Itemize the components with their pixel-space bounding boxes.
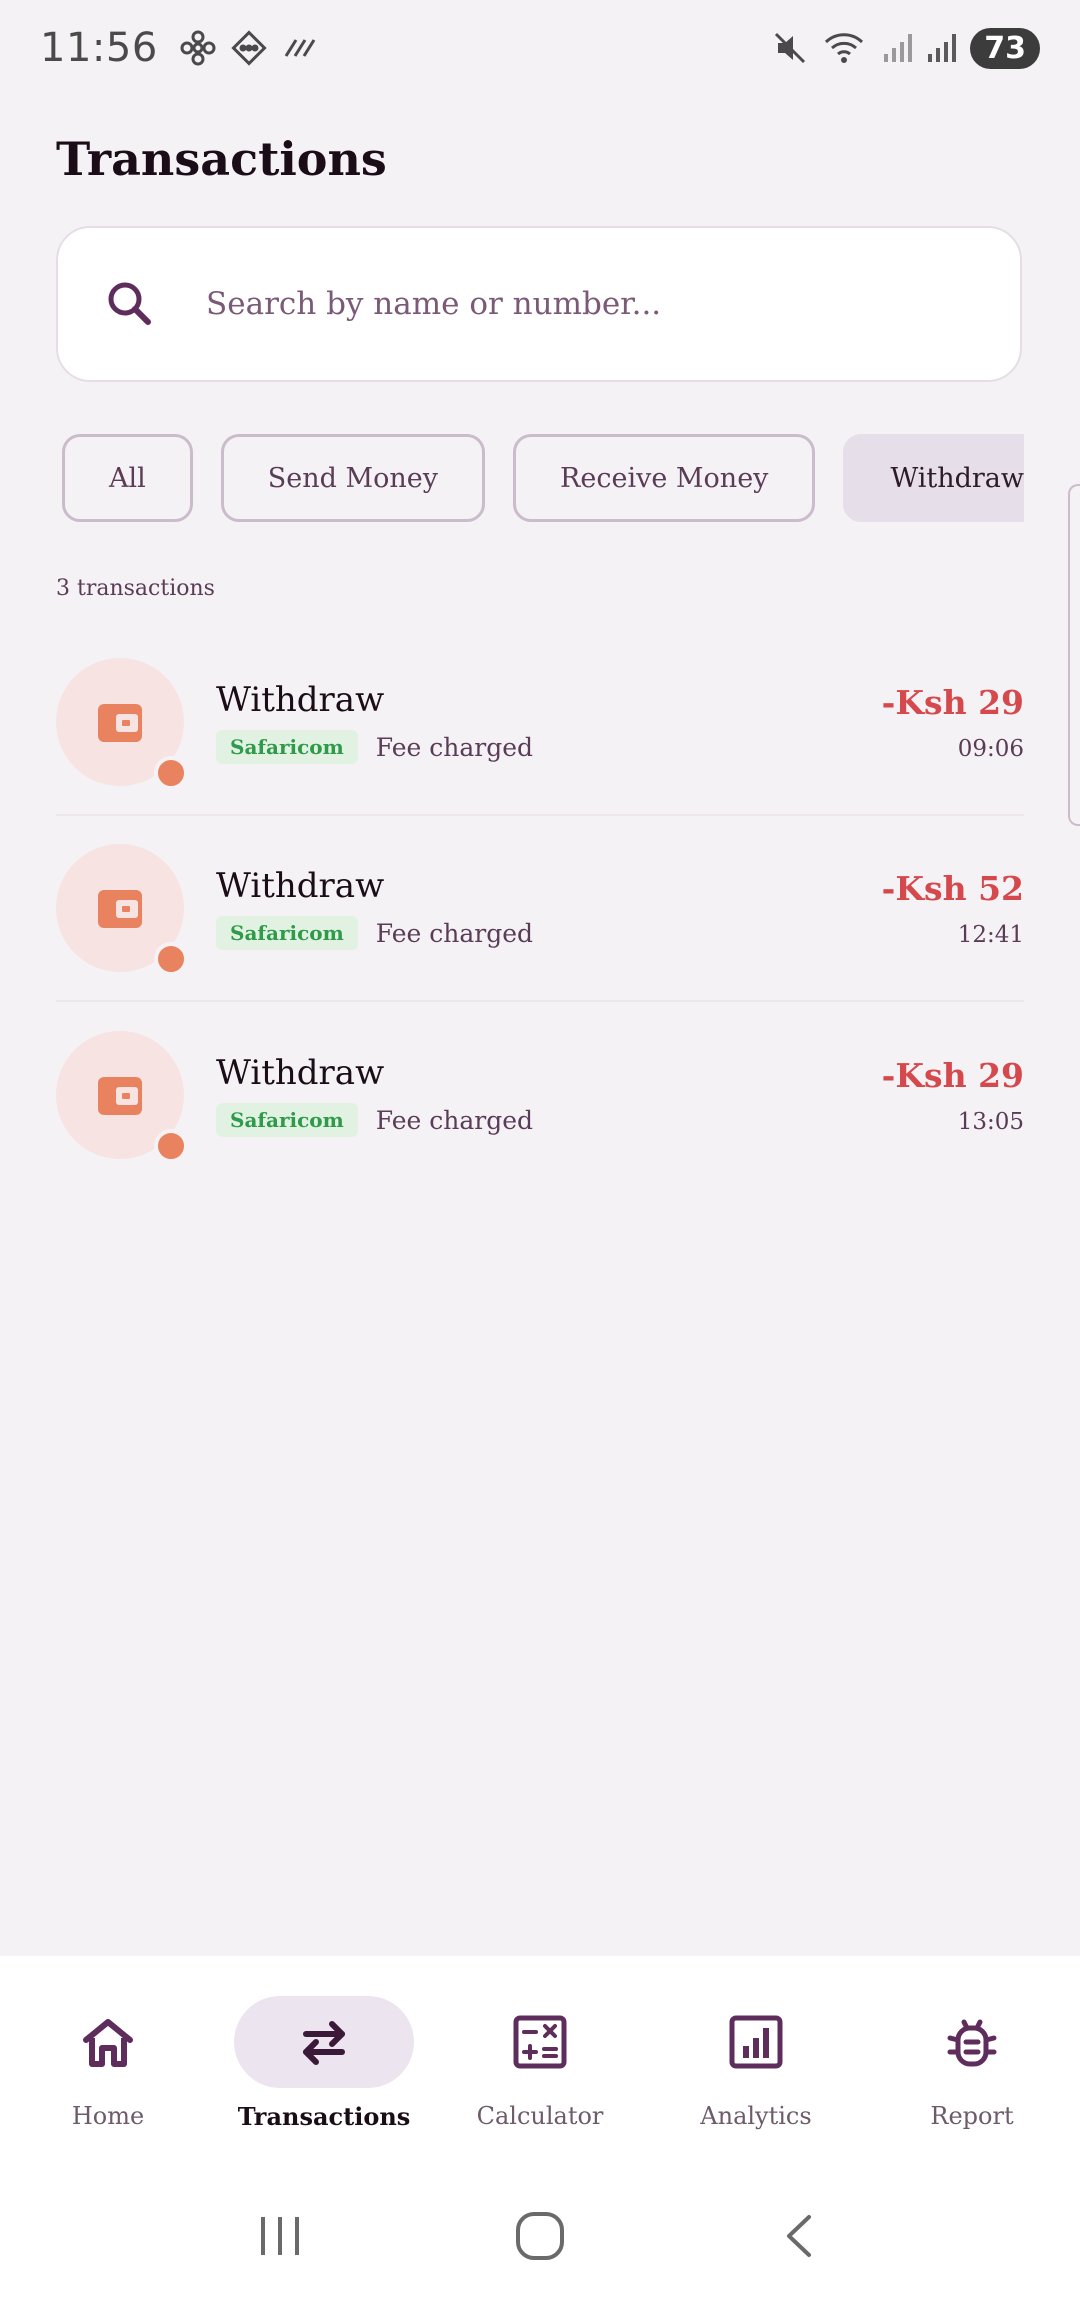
nav-item-calculator[interactable]: Calculator (440, 1996, 640, 2130)
nav-item-report[interactable]: Report (872, 1996, 1072, 2130)
transaction-avatar (56, 844, 188, 976)
back-button[interactable] (765, 2201, 835, 2271)
transaction-amount: -Ksh 29 (881, 1055, 1024, 1095)
status-dot (154, 942, 188, 976)
transaction-note: Fee charged (375, 732, 534, 762)
bug-icon (947, 2019, 997, 2067)
search-bar[interactable] (56, 226, 1022, 382)
battery-indicator: 73 (970, 27, 1040, 69)
nav-label: Report (930, 2102, 1014, 2130)
swap-icon (303, 2021, 345, 2065)
transaction-row[interactable]: Withdraw Safaricom Fee charged -Ksh 52 1… (56, 816, 1024, 1002)
nav-label: Home (71, 2102, 145, 2130)
status-dot (154, 1129, 188, 1163)
system-nav-bar (0, 2156, 1080, 2316)
provider-badge: Safaricom (216, 730, 358, 764)
transaction-list: Withdraw Safaricom Fee charged -Ksh 29 0… (56, 630, 1024, 1188)
transaction-time: 13:05 (957, 1108, 1024, 1135)
filter-chips: All Send Money Receive Money Withdraw (62, 434, 1024, 526)
filter-chip-send-money[interactable]: Send Money (220, 434, 486, 522)
nav-item-transactions[interactable]: Transactions (224, 1996, 424, 2131)
home-circle-icon (516, 2212, 564, 2260)
transaction-avatar (56, 1031, 188, 1163)
nav-label: Calculator (476, 2102, 604, 2130)
nav-item-analytics[interactable]: Analytics (656, 1996, 856, 2130)
provider-badge: Safaricom (216, 1103, 358, 1137)
fan-icon (180, 30, 216, 66)
transaction-note: Fee charged (375, 918, 534, 948)
status-bar: 11:56 73 (0, 0, 1080, 96)
transaction-time: 12:41 (957, 921, 1024, 948)
transaction-row[interactable]: Withdraw Safaricom Fee charged -Ksh 29 0… (56, 630, 1024, 816)
status-dot (154, 756, 188, 790)
wallet-icon (98, 1077, 142, 1115)
nav-item-home[interactable]: Home (8, 1996, 208, 2130)
mute-icon (775, 32, 806, 64)
hash-icon (284, 39, 316, 57)
chart-icon (729, 2015, 783, 2069)
recent-apps-button[interactable] (245, 2201, 315, 2271)
transaction-title: Withdraw (216, 680, 385, 720)
wallet-icon (98, 890, 142, 928)
provider-badge: Safaricom (216, 916, 358, 950)
signal-icon (928, 34, 957, 62)
nav-label: Analytics (700, 2102, 812, 2130)
transaction-avatar (56, 658, 188, 790)
status-right-icons: 73 (772, 27, 1040, 69)
bottom-nav: Home Transactions Calculator Analytics R… (0, 1956, 1080, 2156)
status-left-icons (180, 29, 318, 67)
page-title: Transactions (56, 132, 387, 186)
search-icon (108, 282, 151, 325)
filter-chip-withdraw[interactable]: Withdraw (843, 434, 1024, 522)
transaction-time: 09:06 (957, 735, 1024, 762)
transaction-note: Fee charged (375, 1105, 534, 1135)
transaction-amount: -Ksh 52 (881, 868, 1024, 908)
wallet-icon (98, 704, 142, 742)
scroll-indicator[interactable] (1068, 484, 1080, 826)
diamond-icon (231, 30, 267, 66)
home-icon (83, 2019, 133, 2067)
nav-label: Transactions (237, 2102, 411, 2131)
transaction-title: Withdraw (216, 1053, 385, 1093)
transaction-count: 3 transactions (56, 576, 215, 601)
search-input[interactable] (206, 286, 966, 322)
calculator-icon (513, 2015, 567, 2069)
signal-icon (884, 34, 913, 62)
filter-chip-receive-money[interactable]: Receive Money (513, 434, 816, 522)
transaction-amount: -Ksh 29 (881, 682, 1024, 722)
wifi-icon (825, 33, 864, 63)
transaction-title: Withdraw (216, 866, 385, 906)
home-button[interactable] (505, 2201, 575, 2271)
filter-chip-all[interactable]: All (62, 434, 193, 522)
status-time: 11:56 (40, 25, 158, 71)
back-icon (787, 2215, 811, 2257)
transaction-row[interactable]: Withdraw Safaricom Fee charged -Ksh 29 1… (56, 1002, 1024, 1188)
recent-apps-icon (261, 2217, 299, 2255)
